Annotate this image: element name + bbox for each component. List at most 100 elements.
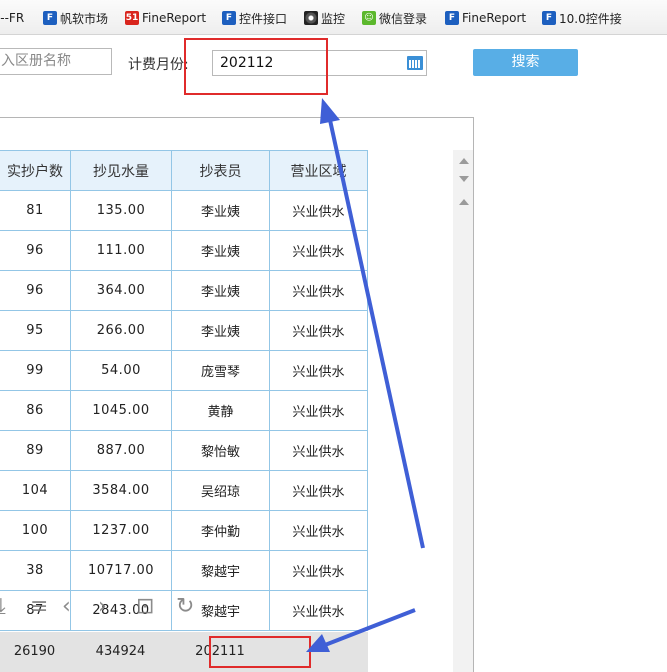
water-volume-cell: 364.00	[70, 270, 172, 311]
region-cell: 兴业供水	[269, 190, 368, 231]
bookmark-label: FineReport	[142, 11, 207, 25]
region-cell: 兴业供水	[269, 310, 368, 351]
column-header: 营业区域	[269, 150, 368, 191]
camera-icon	[304, 11, 318, 25]
month-highlight-box	[184, 38, 328, 95]
bookmark-finereport-2[interactable]: F FineReport	[445, 9, 526, 27]
bookmark-fanruan-market[interactable]: F 帆软市场	[43, 9, 108, 27]
households-cell: 104	[0, 470, 71, 511]
page-list-icon[interactable]: ≡	[30, 594, 48, 619]
region-cell: 兴业供水	[269, 470, 368, 511]
vertical-scrollbar[interactable]	[453, 150, 473, 672]
region-cell: 兴业供水	[269, 230, 368, 271]
bookmark-widget-api-10[interactable]: F 10.0控件接	[542, 9, 622, 27]
households-cell: 38	[0, 550, 71, 591]
households-cell: 99	[0, 350, 71, 391]
water-volume-cell: 111.00	[70, 230, 172, 271]
bookmark-label: s--FR	[0, 11, 25, 25]
water-volume-cell: 3584.00	[70, 470, 172, 511]
water-volume-cell: 135.00	[70, 190, 172, 231]
bookmark-monitor[interactable]: 监控	[304, 9, 345, 27]
water-volume-cell: 1045.00	[70, 390, 172, 431]
bookmark-finereport[interactable]: 51 FineReport	[125, 9, 206, 27]
region-cell: 兴业供水	[269, 550, 368, 591]
zoom-fit-icon[interactable]: ⊡	[136, 594, 154, 619]
reader-cell: 吴绍琼	[171, 470, 270, 511]
bookmark-label: FineReport	[462, 11, 527, 25]
region-cell: 兴业供水	[269, 390, 368, 431]
fanruan-logo-icon: F	[445, 11, 459, 25]
table-row: 89 887.00 黎怡敏 兴业供水	[0, 430, 368, 471]
water-volume-cell: 54.00	[70, 350, 172, 391]
column-header: 实抄户数	[0, 150, 71, 191]
reader-cell: 黎怡敏	[171, 430, 270, 471]
region-cell: 兴业供水	[269, 510, 368, 551]
column-header: 抄见水量	[70, 150, 172, 191]
bookmark-wechat-login[interactable]: ☺ 微信登录	[362, 9, 427, 27]
scroll-up-arrow-icon[interactable]	[459, 158, 469, 164]
refresh-icon[interactable]: ↻	[176, 594, 194, 619]
table-row: 81 135.00 李业姨 兴业供水	[0, 190, 368, 231]
scroll-down-arrow-icon[interactable]	[459, 176, 469, 182]
water-volume-cell: 266.00	[70, 310, 172, 351]
fanruan-logo-icon: F	[542, 11, 556, 25]
households-cell: 96	[0, 270, 71, 311]
fanruan-logo-icon: F	[43, 11, 57, 25]
bookmark-label: 10.0控件接	[559, 11, 622, 26]
water-volume-cell: 10717.00	[70, 550, 172, 591]
totals-row: 26190 434924 202111	[0, 632, 368, 672]
region-cell: 兴业供水	[269, 270, 368, 311]
total-water-volume: 434924	[95, 644, 146, 659]
table-row: 86 1045.00 黄静 兴业供水	[0, 390, 368, 431]
page-first-icon[interactable]: ⤓	[0, 594, 6, 619]
bookmark-fr[interactable]: s--FR	[0, 9, 24, 27]
page-next-icon[interactable]: ›	[98, 594, 107, 619]
scroll-top-arrow-icon[interactable]	[459, 199, 469, 205]
households-cell: 86	[0, 390, 71, 431]
reader-cell: 李业姨	[171, 310, 270, 351]
bookmark-label: 帆软市场	[60, 11, 109, 26]
total-households: 26190	[13, 644, 56, 659]
billing-month-label: 计费月份:	[128, 57, 189, 73]
table-row: 100 1237.00 李仲勤 兴业供水	[0, 510, 368, 551]
browser-viewport: s--FR F 帆软市场 51 FineReport F 控件接口 监控 ☺ 微…	[0, 0, 667, 672]
reader-cell: 李业姨	[171, 230, 270, 271]
table-row: 104 3584.00 吴绍琼 兴业供水	[0, 470, 368, 511]
table-row: 95 266.00 李业姨 兴业供水	[0, 310, 368, 351]
report-table: 实抄户数 抄见水量 抄表员 营业区域 81 135.00 李业姨 兴业供水 96 111.…	[0, 150, 368, 631]
bookmark-widget-api[interactable]: F 控件接口	[222, 9, 287, 27]
wechat-icon: ☺	[362, 11, 376, 25]
region-cell: 兴业供水	[269, 430, 368, 471]
table-row: 38 10717.00 黎越宇 兴业供水	[0, 550, 368, 591]
water-volume-cell: 2843.00	[70, 590, 172, 631]
51-logo-icon: 51	[125, 11, 139, 25]
table-header-row: 实抄户数 抄见水量 抄表员 营业区域	[0, 150, 368, 191]
search-button[interactable]: 搜索	[473, 49, 578, 76]
households-cell: 81	[0, 190, 71, 231]
table-row: 99 54.00 庞雪琴 兴业供水	[0, 350, 368, 391]
table-row: 96 111.00 李业姨 兴业供水	[0, 230, 368, 271]
fanruan-logo-icon: F	[222, 11, 236, 25]
water-volume-cell: 1237.00	[70, 510, 172, 551]
page-prev-icon[interactable]: ‹	[62, 594, 71, 619]
reader-cell: 黄静	[171, 390, 270, 431]
reader-cell: 黎越宇	[171, 550, 270, 591]
column-header: 抄表员	[171, 150, 270, 191]
households-cell: 95	[0, 310, 71, 351]
reader-cell: 李业姨	[171, 190, 270, 231]
reader-cell: 李业姨	[171, 270, 270, 311]
bookmark-label: 控件接口	[239, 11, 288, 26]
total-highlight-box	[209, 636, 311, 668]
reader-cell: 庞雪琴	[171, 350, 270, 391]
households-cell: 89	[0, 430, 71, 471]
area-name-input[interactable]: 入区册名称	[0, 48, 112, 75]
calendar-icon	[406, 56, 423, 70]
water-volume-cell: 887.00	[70, 430, 172, 471]
region-cell: 兴业供水	[269, 590, 368, 631]
households-cell: 96	[0, 230, 71, 271]
table-row: 96 364.00 李业姨 兴业供水	[0, 270, 368, 311]
bookmark-label: 监控	[321, 11, 346, 26]
date-picker-button[interactable]	[403, 50, 427, 76]
bookmarks-bar: s--FR F 帆软市场 51 FineReport F 控件接口 监控 ☺ 微…	[0, 0, 667, 35]
households-cell: 100	[0, 510, 71, 551]
